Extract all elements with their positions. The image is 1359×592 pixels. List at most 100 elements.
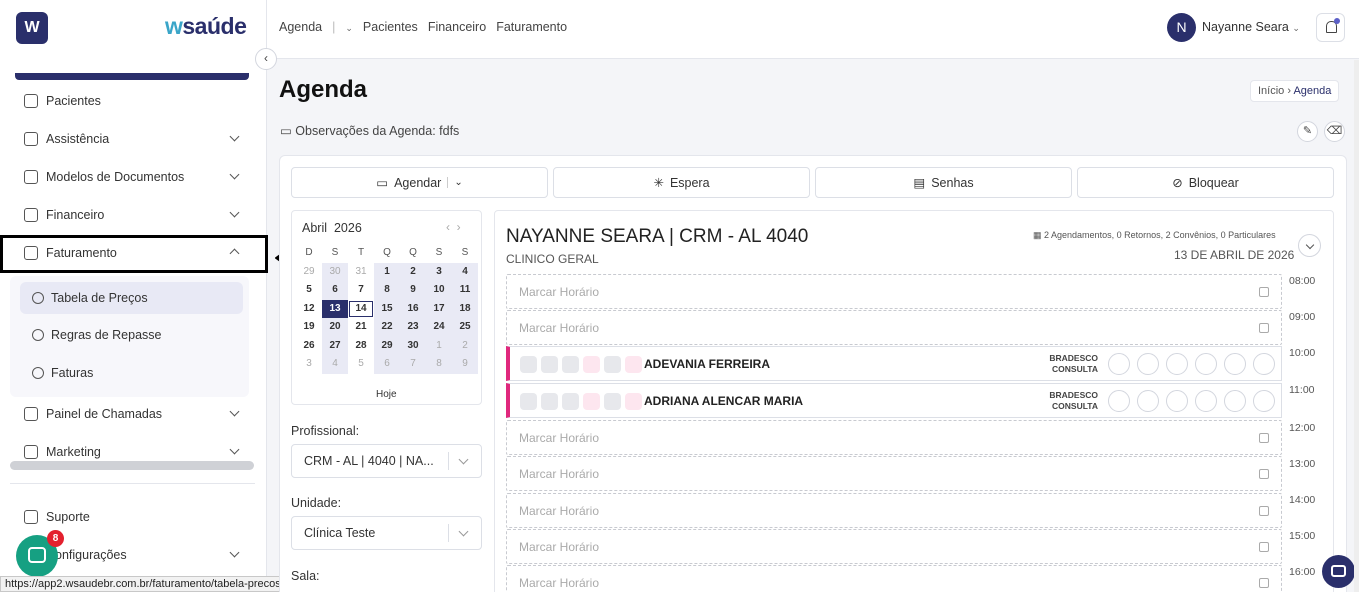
calendar-day[interactable]: 7	[400, 355, 426, 374]
submenu-item-tabela-precos[interactable]: Tabela de Preços	[20, 282, 243, 314]
sidebar-scrollbar[interactable]	[10, 461, 254, 470]
calendar-day[interactable]: 11	[452, 281, 478, 300]
calendar-day[interactable]: 19	[296, 318, 322, 337]
app-logo[interactable]: W	[16, 12, 48, 44]
edit-button[interactable]: ✎	[1297, 121, 1318, 142]
calendar-day[interactable]: 16	[400, 299, 426, 318]
calendar-day[interactable]: 27	[322, 336, 348, 355]
sidebar-item-painel-chamadas[interactable]: Painel de Chamadas	[0, 395, 260, 433]
chevron-down-icon[interactable]: ⌄	[447, 177, 463, 188]
calendar-day[interactable]: 14	[348, 299, 374, 318]
calendar-day[interactable]: 25	[452, 318, 478, 337]
appointment-row[interactable]: ADEVANIA FERREIRA BRADESCO CONSULTA	[506, 346, 1282, 381]
submenu-item-regras-repasse[interactable]: Regras de Repasse	[20, 319, 243, 351]
expand-button[interactable]	[1298, 234, 1321, 257]
senhas-button[interactable]: ▤ Senhas	[815, 167, 1072, 198]
calendar-day[interactable]: 17	[426, 299, 452, 318]
calendar-day[interactable]: 9	[400, 281, 426, 300]
nav-agenda[interactable]: Agenda	[279, 20, 322, 36]
notifications-button[interactable]	[1316, 13, 1345, 42]
unidade-select[interactable]: Clínica Teste	[291, 516, 482, 550]
calendar-day[interactable]: 6	[374, 355, 400, 374]
calendar-day[interactable]: 3	[296, 355, 322, 374]
calendar-icon: ▭	[376, 176, 389, 190]
calendar-day[interactable]: 23	[400, 318, 426, 337]
chevron-right-icon[interactable]: ›	[457, 220, 461, 234]
page-scrollbar[interactable]	[1354, 60, 1359, 592]
calendar-day[interactable]: 30	[322, 262, 348, 281]
copy-icon[interactable]	[1195, 390, 1217, 412]
calendar-day[interactable]: 10	[426, 281, 452, 300]
nav-financeiro[interactable]: Financeiro	[428, 20, 486, 36]
empty-slot[interactable]: Marcar Horário	[506, 310, 1282, 345]
calendar-day[interactable]: 30	[400, 336, 426, 355]
calendar-day[interactable]: 12	[296, 300, 322, 319]
empty-slot[interactable]: Marcar Horário	[506, 456, 1282, 491]
sidebar-item-suporte[interactable]: Suporte	[0, 498, 260, 536]
sidebar-collapse-button[interactable]: ‹	[255, 48, 277, 70]
profissional-select[interactable]: CRM - AL | 4040 | NA...	[291, 444, 482, 478]
bloquear-button[interactable]: ⊘ Bloquear	[1077, 167, 1334, 198]
chevron-down-icon[interactable]	[1253, 353, 1275, 375]
monitor-icon[interactable]	[1137, 353, 1159, 375]
copy-icon[interactable]	[1195, 353, 1217, 375]
empty-slot[interactable]: Marcar Horário	[506, 529, 1282, 564]
empty-slot[interactable]: Marcar Horário	[506, 565, 1282, 592]
calendar-day[interactable]: 24	[426, 318, 452, 337]
calendar-day[interactable]: 29	[296, 263, 322, 282]
chevron-down-icon[interactable]: ⌄	[345, 20, 353, 36]
erase-button[interactable]: ⌫	[1324, 121, 1345, 142]
sidebar-item-assistencia[interactable]: Assistência	[0, 120, 260, 158]
calendar-day[interactable]: 18	[452, 299, 478, 318]
calendar-day[interactable]: 7	[348, 281, 374, 300]
calendar-day[interactable]: 4	[452, 262, 478, 281]
nav-faturamento[interactable]: Faturamento	[496, 20, 567, 36]
calendar-day[interactable]: 28	[348, 337, 374, 356]
floating-chat-button[interactable]	[1322, 555, 1355, 588]
empty-slot[interactable]: Marcar Horário	[506, 493, 1282, 528]
calendar-day[interactable]: 9	[452, 355, 478, 374]
calendar-day[interactable]: 6	[322, 281, 348, 300]
empty-slot[interactable]: Marcar Horário	[506, 420, 1282, 455]
sidebar-item-modelos[interactable]: Modelos de Documentos	[0, 158, 260, 196]
calendar-day[interactable]: 22	[374, 318, 400, 337]
calendar-day[interactable]: 15	[374, 299, 400, 318]
breadcrumb-home[interactable]: Início	[1258, 85, 1284, 97]
calendar-day[interactable]: 5	[348, 355, 374, 374]
video-icon[interactable]	[1108, 390, 1130, 412]
video-icon[interactable]	[1108, 353, 1130, 375]
calendar-day[interactable]: 8	[374, 281, 400, 300]
calendar-day[interactable]: 2	[400, 262, 426, 281]
calendar-day[interactable]: 8	[426, 355, 452, 374]
submenu-item-faturas[interactable]: Faturas	[20, 357, 243, 389]
agendar-button[interactable]: ▭ Agendar ⌄	[291, 167, 548, 198]
calendar-day[interactable]: 4	[322, 355, 348, 374]
calendar-clock-icon[interactable]	[1166, 390, 1188, 412]
monitor-icon[interactable]	[1137, 390, 1159, 412]
sidebar-item-financeiro[interactable]: Financeiro	[0, 196, 260, 234]
calendar-day[interactable]: 5	[296, 281, 322, 300]
empty-slot[interactable]: Marcar Horário	[506, 274, 1282, 309]
avatar[interactable]: N	[1167, 13, 1196, 42]
calendar-day[interactable]: 21	[348, 318, 374, 337]
calendar-day[interactable]: 29	[374, 336, 400, 355]
sidebar-item-pacientes[interactable]: Pacientes	[0, 82, 260, 120]
chevron-down-icon[interactable]	[1253, 390, 1275, 412]
calendar-day[interactable]: 1	[374, 262, 400, 281]
today-link[interactable]: Hoje	[376, 389, 397, 400]
calendar-day[interactable]: 3	[426, 262, 452, 281]
calendar-clock-icon[interactable]	[1166, 353, 1188, 375]
search-icon[interactable]	[1224, 353, 1246, 375]
calendar-day[interactable]: 31	[348, 263, 374, 282]
nav-pacientes[interactable]: Pacientes	[363, 20, 418, 36]
calendar-day[interactable]: 13	[322, 299, 348, 318]
search-icon[interactable]	[1224, 390, 1246, 412]
chevron-left-icon[interactable]: ‹	[446, 220, 450, 234]
user-menu[interactable]: Nayanne Seara ⌄	[1202, 20, 1300, 34]
calendar-day[interactable]: 2	[452, 336, 478, 355]
appointment-row[interactable]: ADRIANA ALENCAR MARIA BRADESCO CONSULTA	[506, 383, 1282, 418]
calendar-day[interactable]: 26	[296, 337, 322, 356]
calendar-day[interactable]: 20	[322, 318, 348, 337]
calendar-day[interactable]: 1	[426, 336, 452, 355]
espera-button[interactable]: ✳ Espera	[553, 167, 810, 198]
